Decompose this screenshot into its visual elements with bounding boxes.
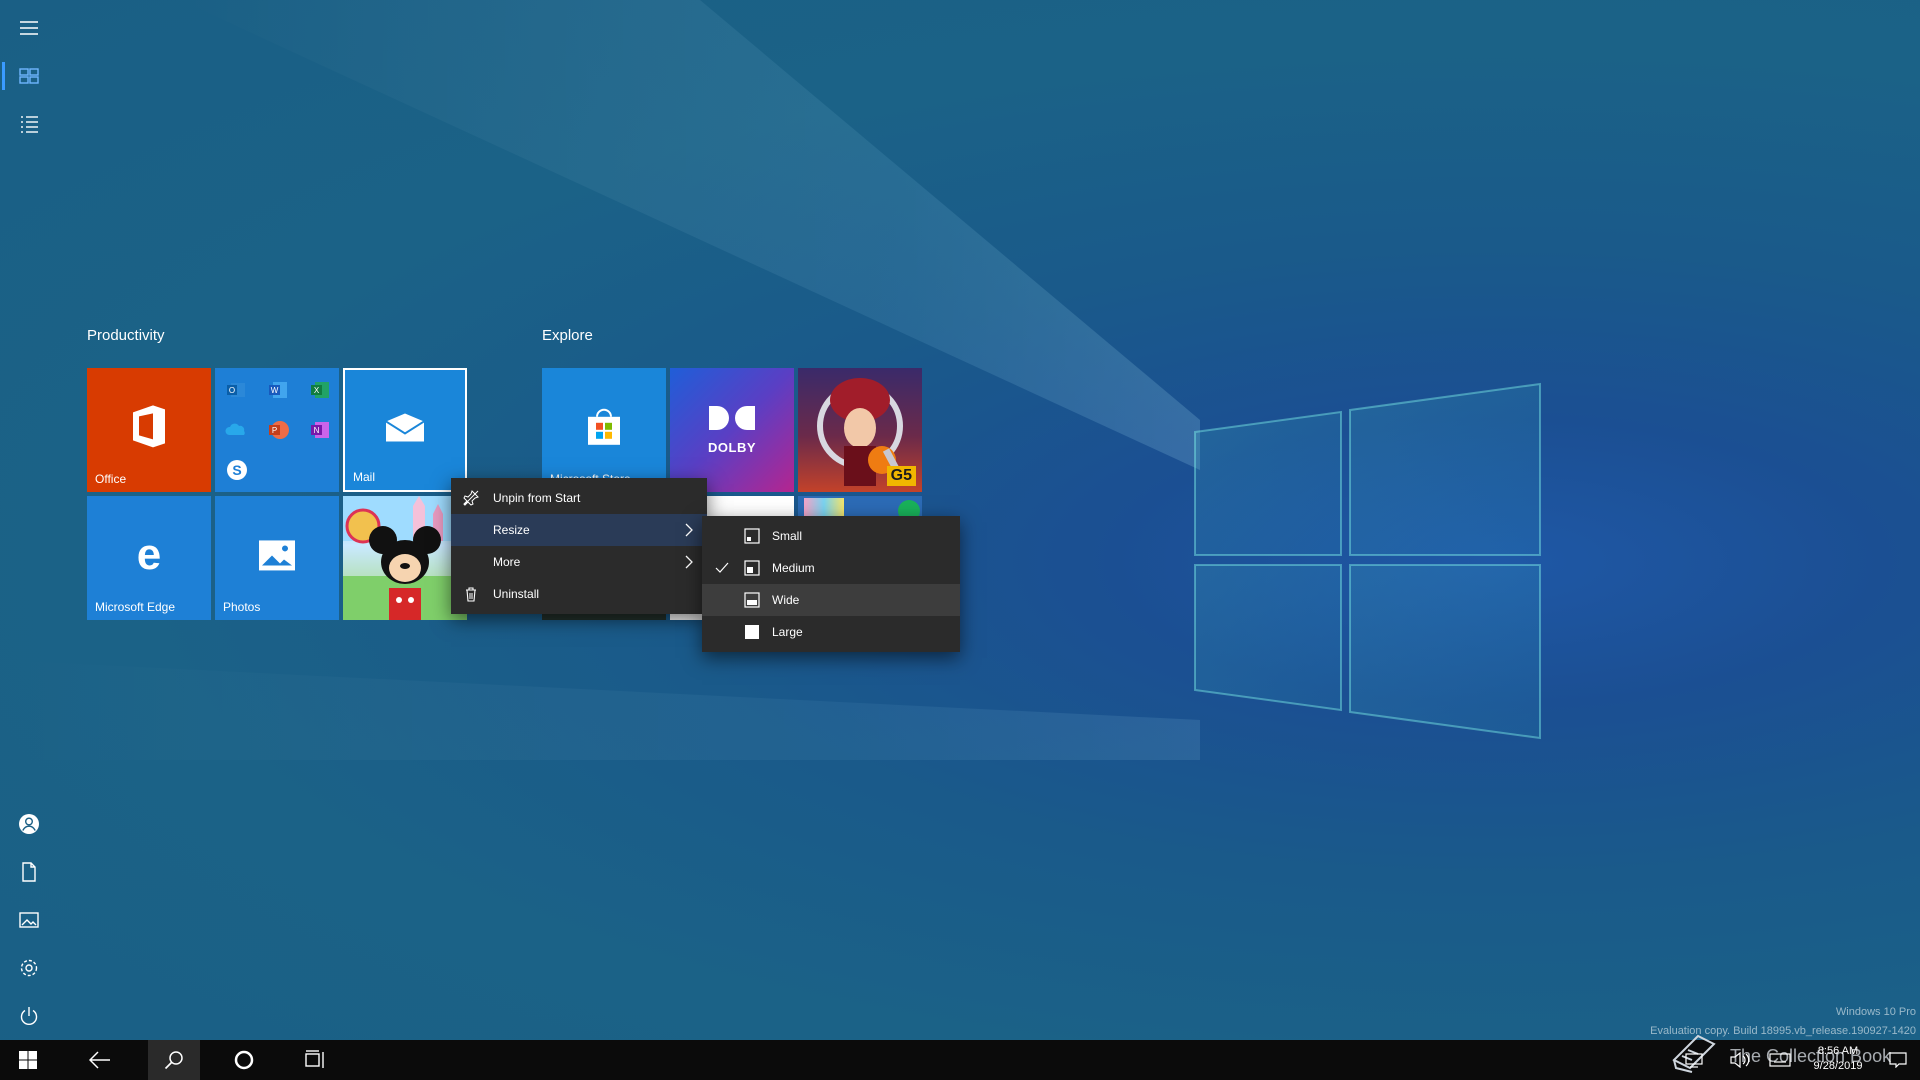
dolby-wordmark: DOLBY (708, 440, 756, 455)
taskbar: The Collection Book 8:56 AM 9/28/2019 (0, 1034, 1920, 1080)
resize-option-large[interactable]: Large (702, 616, 960, 648)
resize-option-label: Large (772, 625, 803, 639)
menu-item-resize[interactable]: Resize (451, 514, 707, 546)
resize-option-small[interactable]: Small (702, 520, 960, 552)
tile-office[interactable]: Office (87, 368, 211, 492)
network-icon[interactable] (1676, 1040, 1712, 1080)
resize-option-label: Medium (772, 561, 815, 575)
unpin-icon (463, 490, 479, 506)
tile-size-medium-icon (744, 560, 760, 576)
menu-item-label: Resize (493, 523, 530, 537)
tile-microsoft-store[interactable]: Microsoft Store (542, 368, 666, 492)
office-logo-icon (133, 405, 165, 448)
settings-gear-icon[interactable] (0, 944, 58, 992)
all-apps-list-icon[interactable] (0, 100, 58, 148)
tile-size-wide-icon (744, 592, 760, 608)
taskbar-clock[interactable]: 8:56 AM 9/28/2019 (1800, 1044, 1876, 1074)
svg-text:X: X (314, 386, 320, 395)
svg-text:S: S (232, 462, 241, 478)
menu-item-label: Uninstall (493, 587, 540, 601)
group-title-explore[interactable]: Explore (542, 327, 593, 344)
photos-icon (259, 540, 295, 571)
dolby-logo-icon (709, 406, 755, 430)
g5-badge: G5 (886, 466, 916, 486)
user-icon[interactable] (0, 800, 58, 848)
tile-size-large-icon (744, 624, 760, 640)
menu-item-more[interactable]: More (451, 546, 707, 578)
resize-submenu: Small Medium Wide Large (702, 516, 960, 652)
windows-start-icon[interactable] (4, 1040, 52, 1080)
power-icon[interactable] (0, 992, 58, 1040)
menu-item-unpin-from-start[interactable]: Unpin from Start (451, 482, 707, 514)
menu-item-label: More (493, 555, 521, 569)
tile-photos[interactable]: Photos (215, 496, 339, 620)
tile-mail-label: Mail (353, 470, 376, 484)
tile-office-label: Office (95, 472, 127, 486)
skype-icon: S (225, 458, 249, 482)
excel-icon: X (309, 378, 333, 402)
onenote-icon: N (309, 418, 333, 442)
chevron-right-icon (685, 523, 693, 537)
edge-logo-icon: e (137, 535, 161, 575)
tile-edge-label: Microsoft Edge (95, 600, 176, 614)
tile-disney-magic-kingdoms[interactable] (343, 496, 467, 620)
outlook-icon: O (225, 378, 249, 402)
onedrive-icon (225, 418, 249, 442)
svg-text:O: O (229, 386, 235, 395)
tile-photos-label: Photos (223, 600, 261, 614)
menu-item-label: Unpin from Start (493, 491, 581, 505)
resize-option-label: Small (772, 529, 803, 543)
search-icon[interactable] (148, 1040, 200, 1080)
menu-item-uninstall[interactable]: Uninstall (451, 578, 707, 610)
documents-icon[interactable] (0, 848, 58, 896)
tile-office-apps-folder[interactable]: O W X P N S (215, 368, 339, 492)
pictures-icon[interactable] (0, 896, 58, 944)
start-left-rail (0, 0, 58, 1040)
checkmark-icon (714, 560, 730, 576)
tile-g5-hidden-object-game[interactable]: G5 (798, 368, 922, 492)
svg-text:e: e (137, 535, 161, 575)
clock-date: 9/28/2019 (1813, 1060, 1863, 1072)
tiles-view-icon[interactable] (0, 52, 58, 100)
store-bag-icon (588, 408, 620, 445)
tile-dolby-access[interactable]: DOLBY (670, 368, 794, 492)
mail-envelope-icon (385, 413, 425, 442)
trash-icon (463, 586, 479, 602)
word-icon: W (267, 378, 291, 402)
powerpoint-icon: P (267, 418, 291, 442)
cortana-circle-icon[interactable] (220, 1040, 268, 1080)
chevron-right-icon (685, 555, 693, 569)
back-arrow-icon[interactable] (76, 1040, 124, 1080)
clock-time: 8:56 AM (1817, 1045, 1859, 1057)
group-title-productivity[interactable]: Productivity (87, 327, 165, 344)
svg-text:W: W (271, 386, 279, 395)
resize-option-medium[interactable]: Medium (702, 552, 960, 584)
keyboard-icon[interactable] (1762, 1040, 1798, 1080)
hamburger-menu-icon[interactable] (0, 4, 58, 52)
tile-size-small-icon (744, 528, 760, 544)
resize-option-label: Wide (772, 593, 800, 607)
mickey-mouse-artwork (343, 496, 467, 620)
edition-watermark: Windows 10 Pro (1835, 1006, 1916, 1018)
resize-option-wide[interactable]: Wide (702, 584, 960, 616)
tile-mail[interactable]: Mail (343, 368, 467, 492)
task-view-icon[interactable] (292, 1040, 340, 1080)
tile-microsoft-edge[interactable]: e Microsoft Edge (87, 496, 211, 620)
svg-text:N: N (314, 426, 320, 435)
notification-icon[interactable] (1878, 1040, 1918, 1080)
volume-icon[interactable] (1722, 1040, 1758, 1080)
tile-context-menu: Unpin from Start Resize More Uninstall (451, 478, 707, 614)
svg-text:P: P (272, 426, 277, 435)
